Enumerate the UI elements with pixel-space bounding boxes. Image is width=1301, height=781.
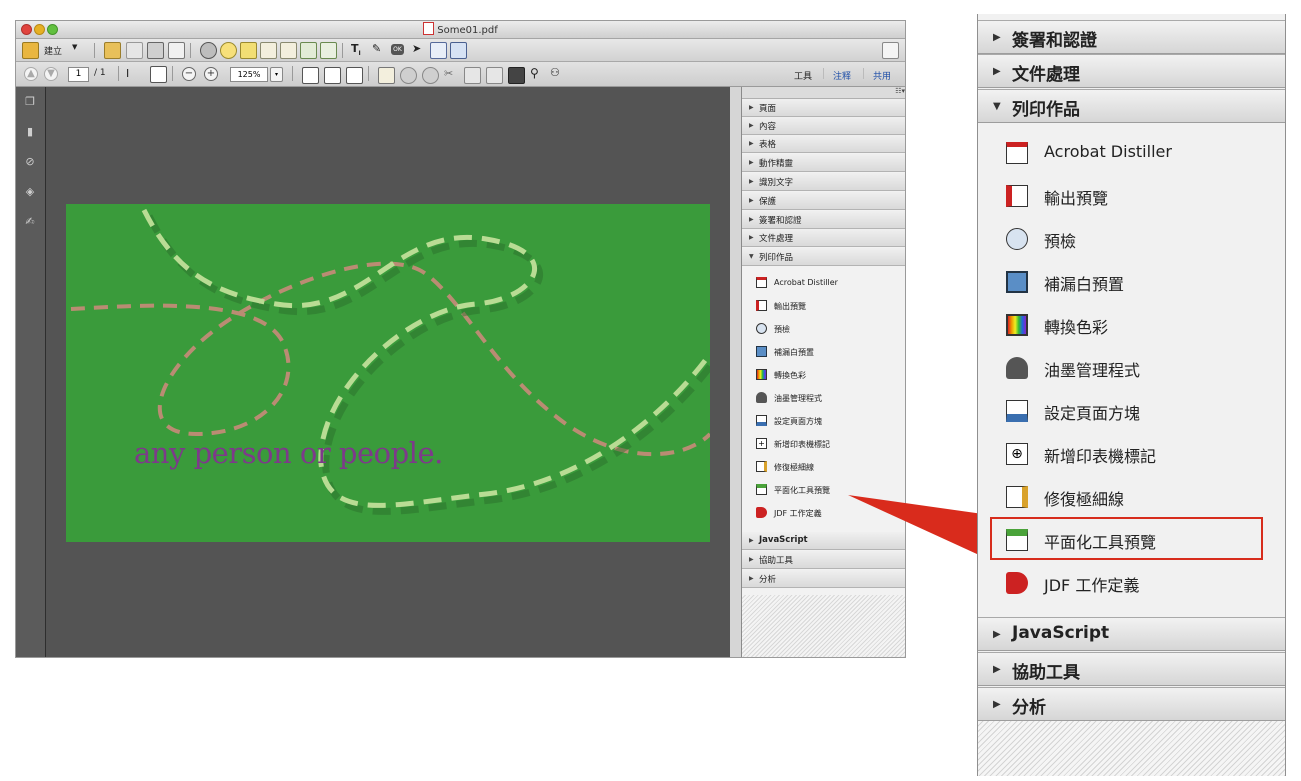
zoom-tool-jdf-job-definitions[interactable]: JDF 工作定義 bbox=[978, 562, 1285, 604]
expand-triangle-icon: ▶ bbox=[993, 699, 1001, 710]
zoom-tool-label: 修復極細線 bbox=[1044, 490, 1125, 509]
zoom-section-analyze[interactable]: ▶ 分析 bbox=[978, 687, 1285, 721]
callout-arrow-shape bbox=[848, 495, 990, 560]
trap-presets-icon bbox=[1006, 271, 1028, 293]
zoom-tool-preflight[interactable]: 預檢 bbox=[978, 218, 1285, 260]
zoom-tool-label: 油墨管理程式 bbox=[1044, 361, 1141, 380]
zoom-section-label: 文件處理 bbox=[1012, 65, 1080, 85]
zoom-tool-trap-presets[interactable]: 補漏白預置 bbox=[978, 261, 1285, 303]
zoom-tool-set-page-boxes[interactable]: 設定頁面方塊 bbox=[978, 390, 1285, 432]
zoom-section-label: 簽署和認證 bbox=[1012, 31, 1097, 51]
set-page-boxes-icon bbox=[1006, 400, 1028, 422]
zoom-section-label: 分析 bbox=[1012, 698, 1046, 718]
zoom-section-document-processing[interactable]: ▶ 文件處理 bbox=[978, 54, 1285, 88]
zoom-tool-label: 補漏白預置 bbox=[1044, 275, 1125, 294]
zoom-tool-acrobat-distiller[interactable]: Acrobat Distiller bbox=[978, 132, 1285, 174]
add-printer-marks-icon: ⊕ bbox=[1006, 443, 1028, 465]
expand-triangle-icon: ▶ bbox=[993, 32, 1001, 43]
zoom-tool-label: 設定頁面方塊 bbox=[1044, 404, 1141, 423]
fix-hairlines-icon bbox=[1006, 486, 1028, 508]
ink-manager-icon bbox=[1006, 357, 1028, 379]
zoom-section-sign-certify[interactable]: ▶ 簽署和認證 bbox=[978, 20, 1285, 54]
collapse-triangle-icon: ▼ bbox=[993, 101, 1001, 112]
expand-triangle-icon: ▶ bbox=[993, 629, 1001, 640]
zoom-section-label: JavaScript bbox=[1012, 623, 1110, 643]
convert-colors-icon bbox=[1006, 314, 1028, 336]
zoom-empty-area bbox=[978, 721, 1285, 776]
zoom-tool-ink-manager[interactable]: 油墨管理程式 bbox=[978, 347, 1285, 389]
zoom-section-label: 列印作品 bbox=[1012, 100, 1080, 120]
zoomed-tools-pane: ▶ 簽署和認證 ▶ 文件處理 ▼ 列印作品 Acrobat Distiller 輸出預… bbox=[977, 14, 1286, 776]
zoom-tool-label: Acrobat Distiller bbox=[1044, 142, 1172, 161]
zoom-tool-label: JDF 工作定義 bbox=[1044, 576, 1140, 595]
zoom-tool-label: 新增印表機標記 bbox=[1044, 447, 1157, 466]
expand-triangle-icon: ▶ bbox=[993, 66, 1001, 77]
highlight-box-flattener-preview bbox=[990, 517, 1263, 560]
zoom-tool-label: 輸出預覽 bbox=[1044, 189, 1109, 208]
zoom-section-label: 協助工具 bbox=[1012, 663, 1080, 683]
zoom-tool-label: 轉換色彩 bbox=[1044, 318, 1109, 337]
zoom-tool-output-preview[interactable]: 輸出預覽 bbox=[978, 175, 1285, 217]
zoom-section-print-production[interactable]: ▼ 列印作品 bbox=[978, 89, 1285, 123]
jdf-job-definitions-icon bbox=[1006, 572, 1028, 594]
zoom-tool-convert-colors[interactable]: 轉換色彩 bbox=[978, 304, 1285, 346]
zoom-tool-label: 預檢 bbox=[1044, 232, 1077, 251]
zoom-tool-add-printer-marks[interactable]: ⊕ 新增印表機標記 bbox=[978, 433, 1285, 475]
zoom-tool-fix-hairlines[interactable]: 修復極細線 bbox=[978, 476, 1285, 518]
acrobat-distiller-icon bbox=[1006, 142, 1028, 164]
preflight-icon bbox=[1006, 228, 1028, 250]
zoom-section-javascript[interactable]: ▶ JavaScript bbox=[978, 617, 1285, 651]
output-preview-icon bbox=[1006, 185, 1028, 207]
zoom-section-accessibility[interactable]: ▶ 協助工具 bbox=[978, 652, 1285, 686]
expand-triangle-icon: ▶ bbox=[993, 664, 1001, 675]
